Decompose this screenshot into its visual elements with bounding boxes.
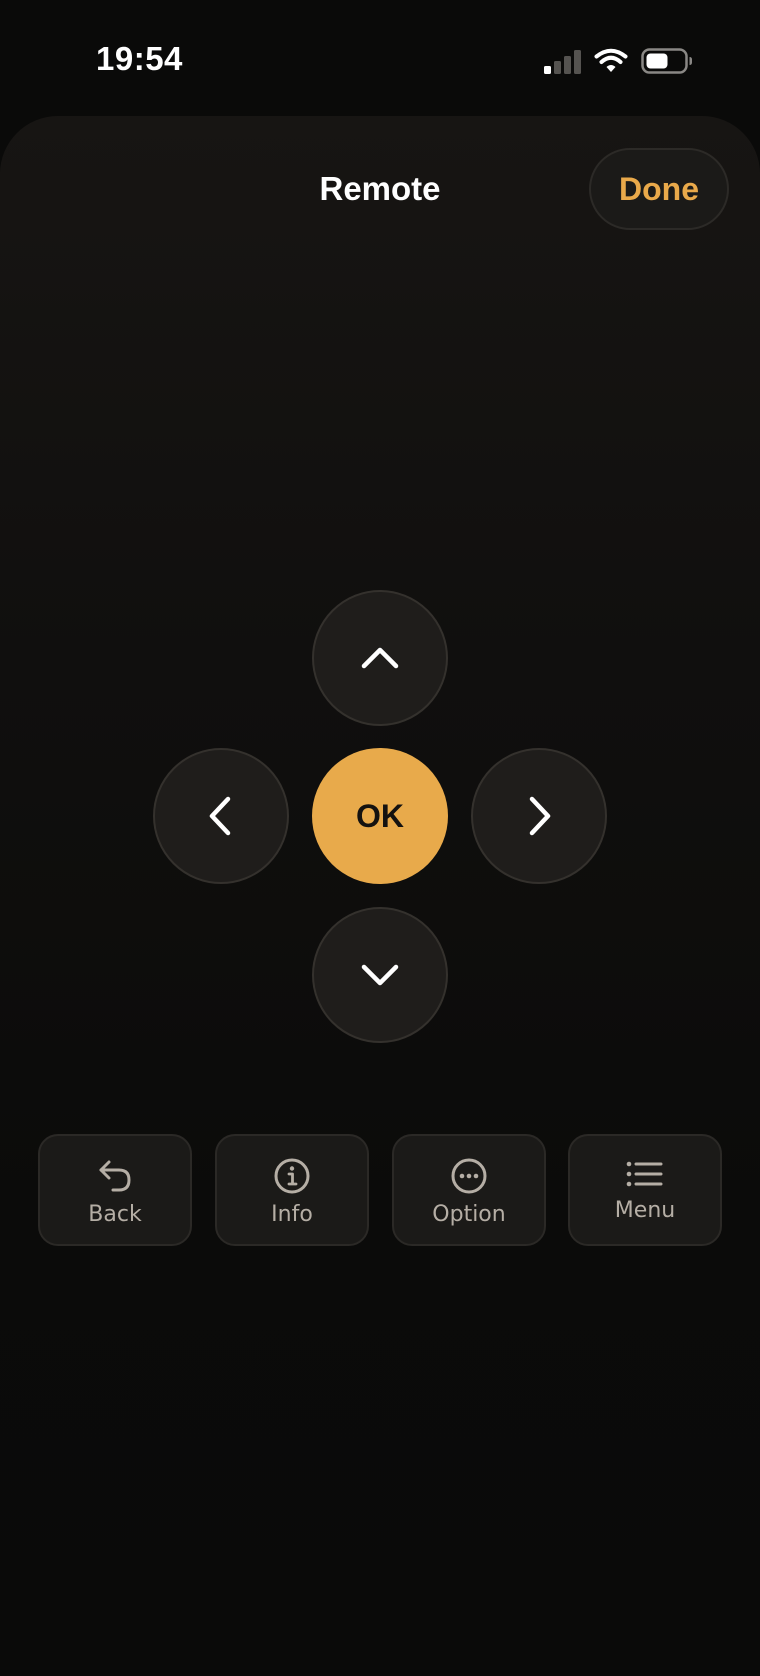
battery-icon bbox=[641, 48, 692, 74]
back-label: Back bbox=[88, 1202, 142, 1227]
dpad-up-button[interactable] bbox=[312, 590, 448, 726]
ok-button[interactable]: OK bbox=[312, 748, 448, 884]
menu-button[interactable]: Menu bbox=[568, 1134, 722, 1246]
list-icon bbox=[626, 1161, 663, 1187]
dpad-right-button[interactable] bbox=[471, 748, 607, 884]
status-time: 19:54 bbox=[96, 40, 183, 77]
dpad-down-button[interactable] bbox=[312, 907, 448, 1043]
done-button[interactable]: Done bbox=[589, 148, 729, 230]
more-icon bbox=[451, 1158, 487, 1194]
option-button[interactable]: Option bbox=[392, 1134, 546, 1246]
chevron-left-icon bbox=[209, 796, 231, 836]
wifi-icon bbox=[594, 48, 628, 72]
chevron-right-icon bbox=[529, 796, 551, 836]
dpad-left-button[interactable] bbox=[153, 748, 289, 884]
option-label: Option bbox=[432, 1202, 506, 1227]
info-label: Info bbox=[271, 1202, 313, 1227]
back-button[interactable]: Back bbox=[38, 1134, 192, 1246]
remote-sheet bbox=[0, 116, 760, 1676]
info-button[interactable]: Info bbox=[215, 1134, 369, 1246]
back-arrow-icon bbox=[99, 1160, 131, 1192]
chevron-down-icon bbox=[361, 964, 399, 986]
cellular-signal-icon bbox=[544, 50, 581, 74]
info-icon bbox=[274, 1158, 310, 1194]
menu-label: Menu bbox=[614, 1198, 676, 1223]
status-bar: 19:54 bbox=[0, 0, 760, 116]
chevron-up-icon bbox=[361, 647, 399, 669]
